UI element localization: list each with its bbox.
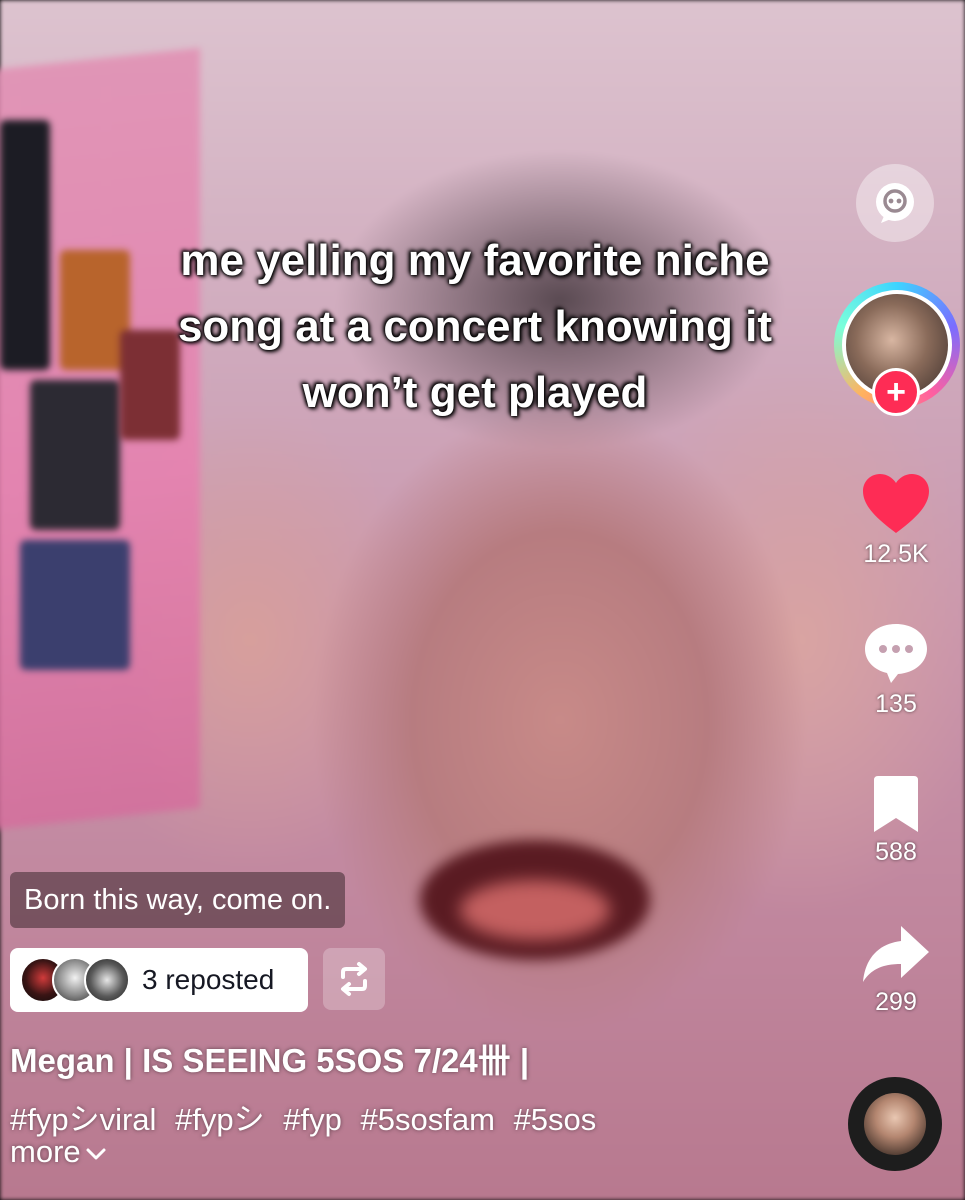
video-frame[interactable] xyxy=(0,0,965,1200)
heart-icon xyxy=(863,474,929,533)
save-action[interactable]: 588 xyxy=(836,774,956,867)
hashtag-link[interactable]: #fypシviral xyxy=(10,1102,156,1137)
hashtag-link[interactable]: #fypシ xyxy=(175,1102,265,1137)
creator-avatar[interactable]: + xyxy=(834,282,960,416)
reposted-count-label: 3 reposted xyxy=(142,964,275,995)
comment-count: 135 xyxy=(875,690,917,718)
share-count: 299 xyxy=(875,988,917,1016)
video-screen[interactable]: me yelling my favorite niche song at a c… xyxy=(0,0,965,1200)
hashtag-link[interactable]: #fyp xyxy=(283,1102,342,1137)
reposted-by-pill[interactable]: 3 reposted xyxy=(10,948,308,1012)
chevron-down-icon xyxy=(86,1148,106,1160)
ai-assistant-button[interactable] xyxy=(856,164,934,242)
wall-poster xyxy=(0,120,50,370)
like-action[interactable]: 12.5K xyxy=(836,472,956,569)
like-count: 12.5K xyxy=(863,540,929,568)
wall-poster xyxy=(30,380,120,530)
more-button[interactable]: more xyxy=(10,1134,107,1170)
share-icon xyxy=(863,926,929,982)
hashtag-link[interactable]: #5sos xyxy=(514,1102,597,1137)
music-disc-cover xyxy=(864,1093,926,1155)
background-mouth-inner xyxy=(460,880,610,940)
follow-button[interactable]: + xyxy=(872,368,920,416)
video-text-overlay: me yelling my favorite niche song at a c… xyxy=(177,236,773,417)
comment-icon xyxy=(865,624,927,683)
sound-label[interactable]: Born this way, come on. xyxy=(10,872,346,928)
bookmark-icon xyxy=(874,776,918,832)
hashtag-link[interactable]: #5sosfam xyxy=(361,1102,495,1137)
hashtag-list: #fypシviral #fypシ #fyp #5sosfam #5sos xyxy=(10,1094,606,1139)
wall-poster xyxy=(20,540,130,670)
music-disc[interactable] xyxy=(848,1077,942,1171)
more-label: more xyxy=(10,1134,81,1169)
reposter-avatar xyxy=(84,957,130,1003)
repost-button[interactable] xyxy=(323,948,385,1010)
chat-bot-icon xyxy=(876,183,914,223)
sound-label-text: Born this way, come on. xyxy=(24,883,332,916)
author-name[interactable]: Megan | IS SEEING 5SOS 7/24卌 | xyxy=(10,1034,529,1082)
share-action[interactable]: 299 xyxy=(836,924,956,1017)
repost-icon xyxy=(341,962,367,996)
save-count: 588 xyxy=(875,838,917,866)
comment-action[interactable]: 135 xyxy=(836,620,956,719)
